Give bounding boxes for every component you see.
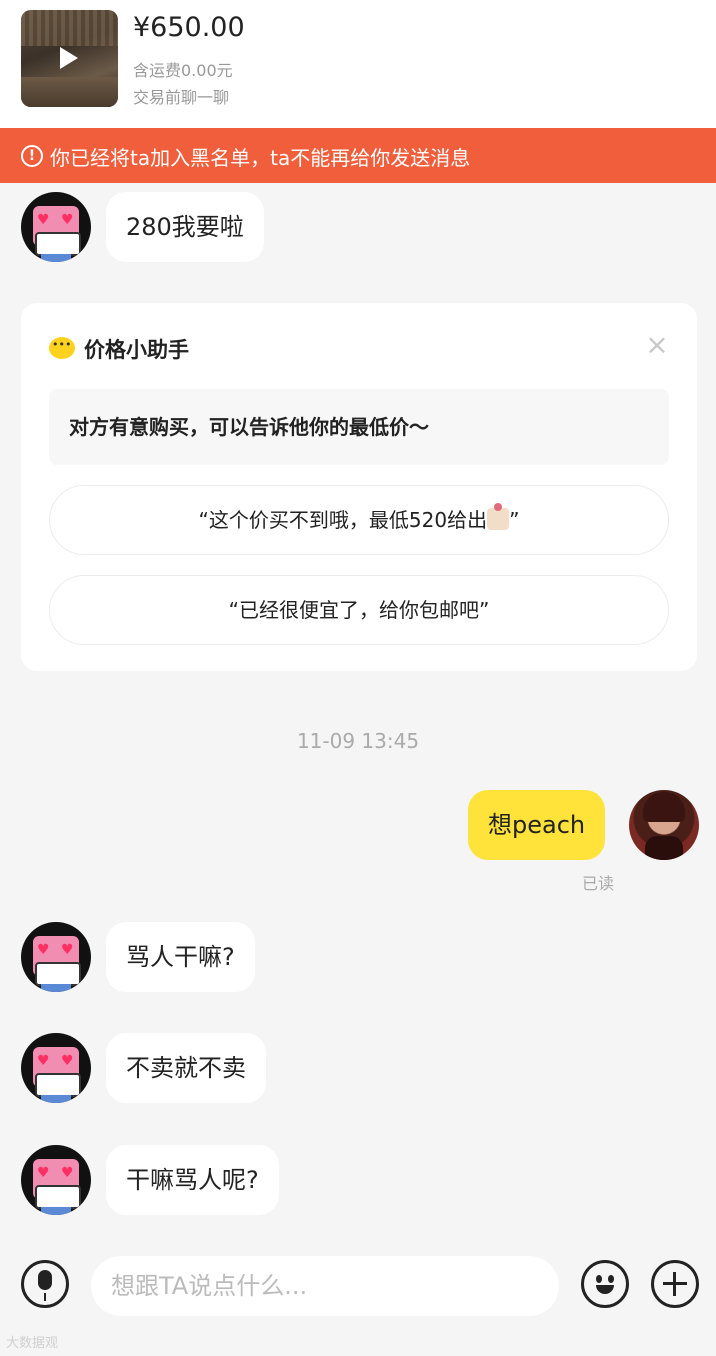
chat-page: ¥650.00 含运费0.00元 交易前聊一聊 ! 你已经将ta加入黑名单，ta… — [0, 0, 716, 1356]
avatar-collar — [41, 984, 71, 992]
avatar-hands — [35, 1073, 81, 1097]
price-reply-option-quote: ” — [509, 508, 520, 532]
watermark: 大数据观 — [6, 1336, 59, 1351]
price-helper-card: 价格小助手 × 对方有意购买，可以告诉他你的最低价～ “这个价买不到哦，最低52… — [21, 303, 697, 671]
product-price: ¥650.00 — [133, 12, 245, 43]
warning-icon: ! — [21, 145, 43, 167]
blacklist-banner: ! 你已经将ta加入黑名单，ta不能再给你发送消息 — [0, 128, 716, 183]
avatar-hair — [643, 792, 685, 822]
my-message-bubble[interactable]: 想peach — [468, 790, 606, 860]
price-reply-option[interactable]: “这个价买不到哦，最低520给出 ” — [49, 485, 669, 555]
mic-body — [38, 1270, 52, 1290]
product-header[interactable]: ¥650.00 含运费0.00元 交易前聊一聊 — [0, 0, 716, 128]
message-timestamp: 11-09 13:45 — [296, 729, 420, 753]
avatar[interactable]: ♥ ♥ — [21, 1033, 91, 1103]
message-bubble[interactable]: 280我要啦 — [106, 192, 264, 262]
price-reply-option-text: “已经很便宜了，给你包邮吧” — [228, 598, 490, 622]
play-icon[interactable] — [60, 47, 78, 69]
read-status: 已读 — [582, 874, 615, 893]
chat-before-trade-label: 交易前聊一聊 — [133, 88, 230, 107]
blacklist-banner-text: 你已经将ta加入黑名单，ta不能再给你发送消息 — [50, 146, 471, 170]
avatar-collar — [41, 1095, 71, 1103]
message-bubble[interactable]: 不卖就不卖 — [106, 1033, 266, 1103]
avatar-hands — [35, 232, 81, 256]
avatar-hands — [35, 962, 81, 986]
message-input[interactable] — [91, 1256, 559, 1316]
close-icon[interactable]: × — [643, 331, 671, 359]
eye — [596, 1275, 602, 1283]
shipping-info: 含运费0.00元 — [133, 61, 233, 80]
avatar[interactable]: ♥ ♥ — [21, 922, 91, 992]
heart-icon: ♥ — [37, 212, 50, 228]
avatar-collar — [41, 254, 71, 262]
price-reply-option[interactable]: “已经很便宜了，给你包邮吧” — [49, 575, 669, 645]
smile-icon[interactable] — [581, 1260, 629, 1308]
heart-icon: ♥ — [61, 942, 74, 958]
mic-stand — [44, 1293, 46, 1301]
avatar-collar — [41, 1207, 71, 1215]
message-bubble[interactable]: 骂人干嘛? — [106, 922, 255, 992]
chat-bubble-icon — [49, 337, 75, 359]
heart-icon: ♥ — [37, 1053, 50, 1069]
thumbnail-decor — [21, 10, 118, 46]
my-avatar[interactable] — [629, 790, 699, 860]
mouth — [596, 1285, 614, 1294]
plus-icon[interactable] — [651, 1260, 699, 1308]
avatar[interactable]: ♥ ♥ — [21, 192, 91, 262]
plus-bar — [673, 1272, 676, 1296]
heart-icon: ♥ — [37, 1165, 50, 1181]
price-helper-title: 价格小助手 — [84, 338, 189, 362]
message-bubble[interactable]: 干嘛骂人呢? — [106, 1145, 279, 1215]
eye — [608, 1275, 614, 1283]
heart-icon: ♥ — [61, 212, 74, 228]
price-helper-tip: 对方有意购买，可以告诉他你的最低价～ — [49, 389, 669, 465]
ring-emoji-icon — [487, 503, 510, 530]
price-reply-option-text: “这个价买不到哦，最低520给出 — [198, 508, 488, 532]
microphone-icon[interactable] — [21, 1260, 69, 1308]
product-thumbnail[interactable] — [21, 10, 118, 107]
heart-icon: ♥ — [61, 1053, 74, 1069]
avatar-hands — [35, 1185, 81, 1209]
avatar[interactable]: ♥ ♥ — [21, 1145, 91, 1215]
avatar-body — [645, 836, 683, 860]
heart-icon: ♥ — [61, 1165, 74, 1181]
heart-icon: ♥ — [37, 942, 50, 958]
thumbnail-decor — [21, 77, 118, 107]
input-bar — [0, 1236, 716, 1356]
